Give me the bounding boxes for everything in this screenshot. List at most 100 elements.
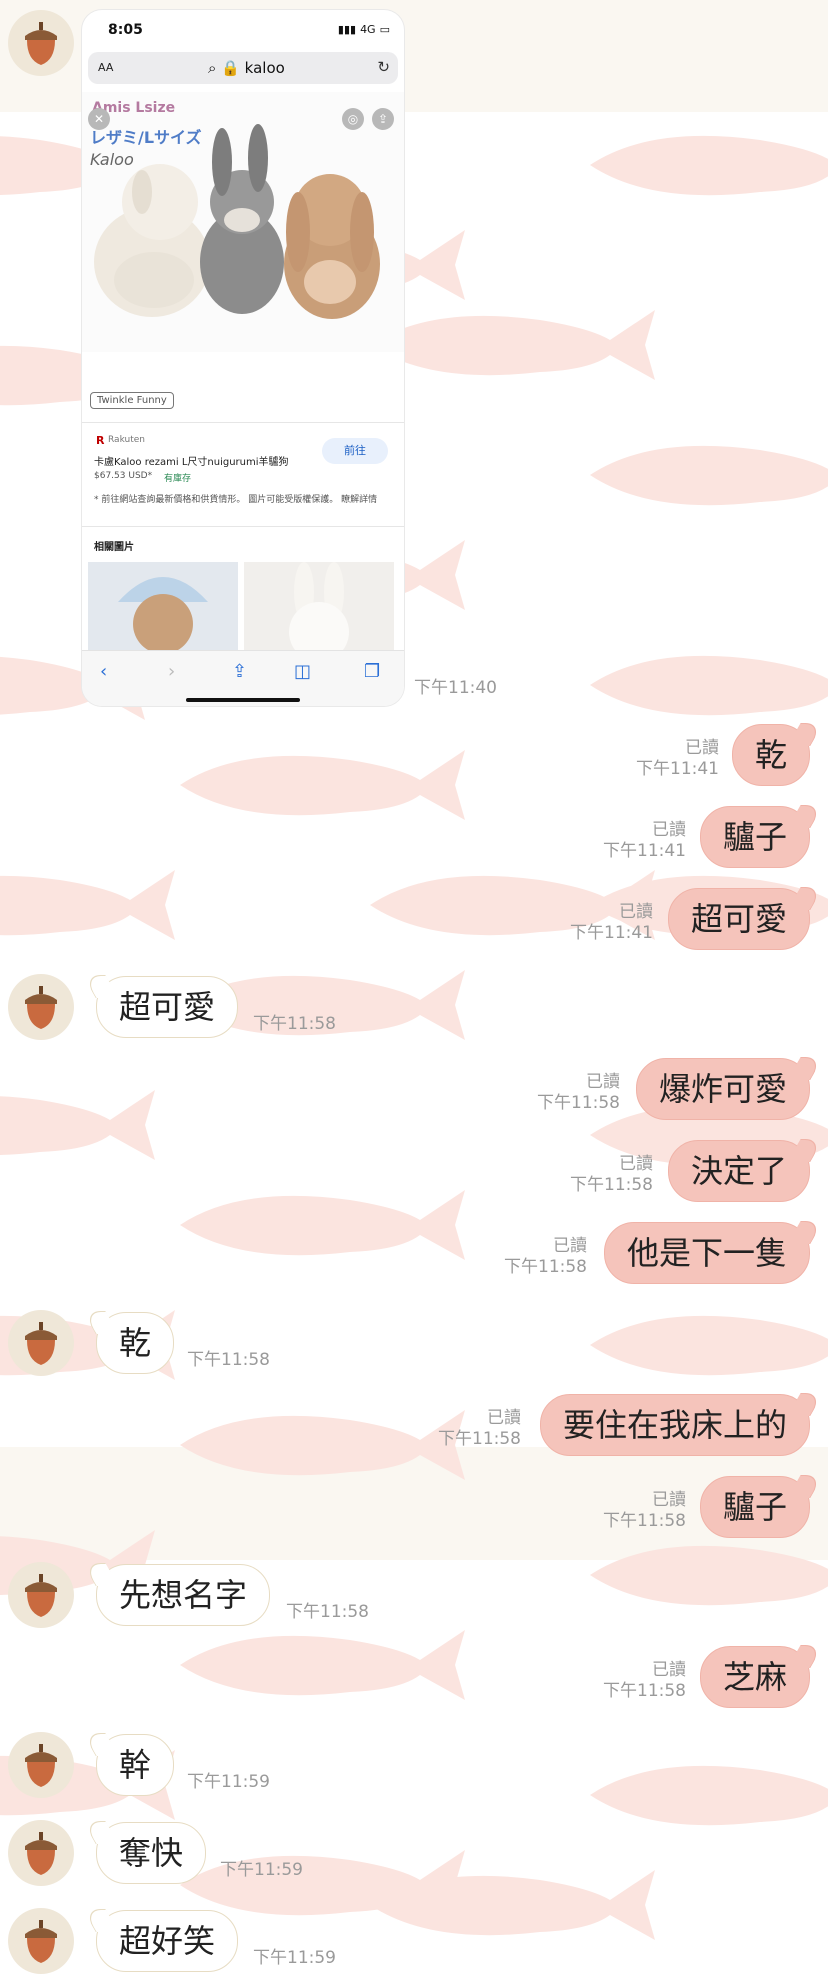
related-thumb[interactable] <box>88 562 238 652</box>
message-time: 下午11:58 <box>603 1511 686 1531</box>
outgoing-message-row: 芝麻 已讀 下午11:58 <box>0 1644 828 1714</box>
battery-icon: ▭ <box>379 23 390 36</box>
read-receipt: 已讀 <box>619 902 653 922</box>
outgoing-message-row: 他是下一隻 已讀 下午11:58 <box>0 1220 828 1290</box>
acorn-avatar-icon <box>25 1920 57 1963</box>
message-bubble[interactable]: 超可愛 <box>667 888 810 950</box>
outgoing-message-row: 驢子 已讀 下午11:58 <box>0 1474 828 1544</box>
message-time: 下午11:58 <box>570 1175 653 1195</box>
outgoing-message-row: 要住在我床上的 已讀 下午11:58 <box>0 1392 828 1462</box>
incoming-message-row: 超可愛 下午11:58 <box>0 974 828 1044</box>
read-receipt: 已讀 <box>685 738 719 758</box>
message-meta: 已讀 下午11:58 <box>603 1660 686 1702</box>
close-icon[interactable]: ✕ <box>88 108 110 130</box>
bear-thumb-illustration <box>88 562 238 652</box>
message-bubble[interactable]: 乾 <box>96 1312 175 1374</box>
go-button[interactable]: 前往 <box>322 438 388 464</box>
message-meta: 已讀 下午11:58 <box>603 1490 686 1532</box>
message-bubble[interactable]: 乾 <box>731 724 810 786</box>
scan-icon[interactable]: ◎ <box>342 108 364 130</box>
text-size-button[interactable]: AA <box>98 61 113 74</box>
message-meta: 已讀 下午11:41 <box>570 902 653 944</box>
avatar[interactable] <box>8 1562 74 1628</box>
message-bubble[interactable]: 芝麻 <box>699 1646 810 1708</box>
avatar[interactable] <box>8 10 74 76</box>
message-time: 下午11:58 <box>187 1350 270 1370</box>
acorn-avatar-icon <box>25 986 57 1029</box>
message-bubble[interactable]: 幹 <box>96 1734 175 1796</box>
bookmarks-icon[interactable]: ◫ <box>294 661 311 682</box>
forward-icon[interactable]: › <box>168 661 175 682</box>
image-message-row: 8:05 ▮▮▮ 4G ▭ AA ⌕ 🔒 kaloo ↻ Amis Lsize … <box>0 0 828 710</box>
outgoing-message-row: 乾已讀 下午11:41 <box>0 722 828 792</box>
acorn-avatar-icon <box>25 1744 57 1787</box>
message-bubble[interactable]: 奪快 <box>96 1822 207 1884</box>
share-icon[interactable]: ⇪ <box>232 661 247 682</box>
network-label: 4G <box>360 23 376 36</box>
message-bubble[interactable]: 超好笑 <box>96 1910 239 1972</box>
image-jp-text: レザミ/Lサイズ <box>90 128 202 147</box>
outgoing-message-row: 爆炸可愛 已讀 下午11:58 <box>0 1056 828 1126</box>
message-bubble[interactable]: 他是下一隻 <box>603 1222 810 1284</box>
acorn-avatar-icon <box>25 1832 57 1875</box>
message-time: 下午11:41 <box>636 759 719 779</box>
disclaimer-note: * 前往網站查詢最新價格和供貨情形。 圖片可能受版權保護。 瞭解詳情 <box>94 495 378 505</box>
divider <box>82 422 404 423</box>
incoming-message-row: 超好笑 下午11:59 <box>0 1908 828 1978</box>
avatar[interactable] <box>8 974 74 1040</box>
message-meta: 已讀 下午11:58 <box>504 1236 587 1278</box>
message-bubble[interactable]: 超可愛 <box>96 976 239 1038</box>
incoming-message-row: 先想名字 下午11:58 <box>0 1562 828 1632</box>
message-time: 下午11:58 <box>603 1681 686 1701</box>
tabs-icon[interactable]: ❐ <box>364 661 380 682</box>
related-thumb[interactable] <box>244 562 394 652</box>
message-time: 下午11:41 <box>570 923 653 943</box>
message-meta: 已讀 下午11:41 <box>603 820 686 862</box>
message-meta: 已讀 下午11:58 <box>537 1072 620 1114</box>
share-icon[interactable]: ⇪ <box>372 108 394 130</box>
back-icon[interactable]: ‹ <box>100 661 107 682</box>
url-text: ⌕ 🔒 kaloo <box>208 59 285 77</box>
message-time: 下午11:58 <box>537 1093 620 1113</box>
message-time: 下午11:58 <box>504 1257 587 1277</box>
message-time: 下午11:59 <box>253 1948 336 1968</box>
message-bubble[interactable]: 先想名字 <box>96 1564 271 1626</box>
product-price: $67.53 USD* <box>94 471 153 481</box>
incoming-message-row: 乾下午11:58 <box>0 1310 828 1380</box>
read-receipt: 已讀 <box>652 1490 686 1510</box>
reload-icon[interactable]: ↻ <box>377 58 390 76</box>
message-bubble[interactable]: 爆炸可愛 <box>635 1058 810 1120</box>
avatar[interactable] <box>8 1908 74 1974</box>
screenshot-image[interactable]: 8:05 ▮▮▮ 4G ▭ AA ⌕ 🔒 kaloo ↻ Amis Lsize … <box>82 10 404 706</box>
status-time: 8:05 <box>108 22 143 38</box>
avatar[interactable] <box>8 1732 74 1798</box>
message-meta: 已讀 下午11:58 <box>570 1154 653 1196</box>
message-bubble[interactable]: 驢子 <box>699 1476 810 1538</box>
home-indicator <box>186 698 300 702</box>
stock-status: 有庫存 <box>164 474 192 484</box>
message-time: 下午11:58 <box>253 1014 336 1034</box>
message-bubble[interactable]: 要住在我床上的 <box>539 1394 810 1456</box>
message-time: 下午11:58 <box>438 1429 521 1449</box>
twinkle-logo: Twinkle Funny <box>90 392 174 409</box>
url-bar[interactable]: AA ⌕ 🔒 kaloo ↻ <box>88 52 398 84</box>
rakuten-icon: R <box>96 434 105 447</box>
message-bubble[interactable]: 決定了 <box>667 1140 810 1202</box>
message-bubble[interactable]: 驢子 <box>699 806 810 868</box>
read-receipt: 已讀 <box>652 1660 686 1680</box>
acorn-avatar-icon <box>25 1322 57 1365</box>
read-receipt: 已讀 <box>553 1236 587 1256</box>
divider <box>82 526 404 527</box>
message-time: 下午11:41 <box>603 841 686 861</box>
message-meta: 已讀 下午11:41 <box>636 738 719 780</box>
search-icon: ⌕ <box>208 59 217 77</box>
incoming-message-row: 幹下午11:59 <box>0 1732 828 1802</box>
url-host: kaloo <box>244 59 285 77</box>
seller-name: Rakuten <box>108 435 145 445</box>
avatar[interactable] <box>8 1820 74 1886</box>
product-title[interactable]: 卡盧Kaloo rezami L尺寸nuigurumi羊驢狗 <box>94 453 289 468</box>
message-time: 下午11:40 <box>414 678 497 698</box>
image-kaloo-logo: Kaloo <box>90 150 134 169</box>
read-receipt: 已讀 <box>619 1154 653 1174</box>
avatar[interactable] <box>8 1310 74 1376</box>
